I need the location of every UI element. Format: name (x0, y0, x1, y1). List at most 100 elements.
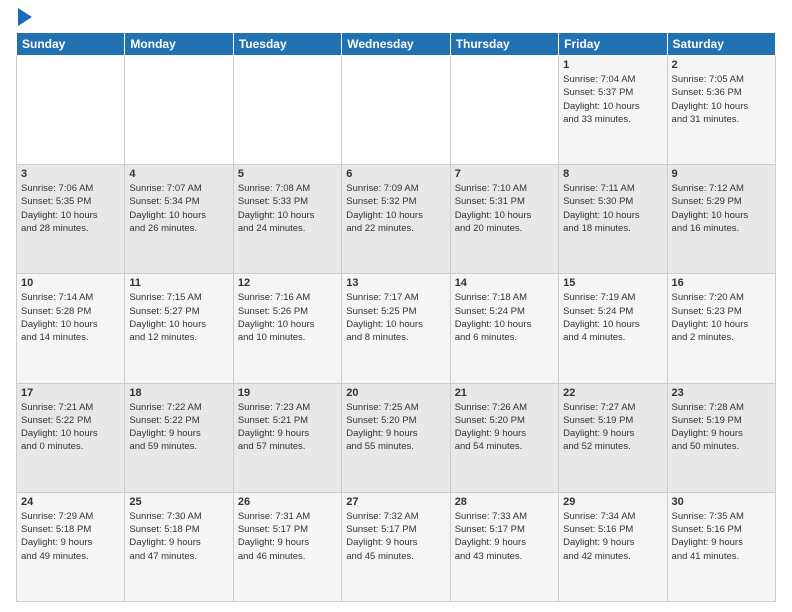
calendar-week-row: 3 Sunrise: 7:06 AM Sunset: 5:35 PM Daylig… (17, 165, 776, 274)
day-info: Sunrise: 7:19 AM Sunset: 5:24 PM Dayligh… (563, 291, 662, 344)
day-number: 21 (455, 387, 554, 399)
day-info: Sunrise: 7:06 AM Sunset: 5:35 PM Dayligh… (21, 182, 120, 235)
weekday-header-monday: Monday (125, 33, 233, 56)
calendar-cell: 21 Sunrise: 7:26 AM Sunset: 5:20 PM Dayli… (450, 383, 558, 492)
calendar-body: 1 Sunrise: 7:04 AM Sunset: 5:37 PM Daylig… (17, 56, 776, 602)
calendar-cell: 2Sunrise: 7:05 AM Sunset: 5:36 PM Daylig… (667, 56, 775, 165)
day-number: 27 (346, 496, 445, 508)
calendar-week-row: 10Sunrise: 7:14 AM Sunset: 5:28 PM Dayli… (17, 274, 776, 383)
day-number: 9 (672, 168, 771, 180)
day-info: Sunrise: 7:32 AM Sunset: 5:17 PM Dayligh… (346, 510, 445, 563)
day-info: Sunrise: 7:08 AM Sunset: 5:33 PM Dayligh… (238, 182, 337, 235)
day-number: 10 (21, 277, 120, 289)
day-number: 23 (672, 387, 771, 399)
day-number: 22 (563, 387, 662, 399)
weekday-header-row: SundayMondayTuesdayWednesdayThursdayFrid… (17, 33, 776, 56)
day-info: Sunrise: 7:15 AM Sunset: 5:27 PM Dayligh… (129, 291, 228, 344)
day-number: 25 (129, 496, 228, 508)
calendar-cell: 7 Sunrise: 7:10 AM Sunset: 5:31 PM Daylig… (450, 165, 558, 274)
day-number: 1 (563, 59, 662, 71)
calendar-cell: 11 Sunrise: 7:15 AM Sunset: 5:27 PM Dayli… (125, 274, 233, 383)
calendar-cell: 20 Sunrise: 7:25 AM Sunset: 5:20 PM Dayli… (342, 383, 450, 492)
day-info: Sunrise: 7:29 AM Sunset: 5:18 PM Dayligh… (21, 510, 120, 563)
calendar-cell (233, 56, 341, 165)
calendar-cell: 10Sunrise: 7:14 AM Sunset: 5:28 PM Dayli… (17, 274, 125, 383)
day-info: Sunrise: 7:16 AM Sunset: 5:26 PM Dayligh… (238, 291, 337, 344)
calendar-cell: 1 Sunrise: 7:04 AM Sunset: 5:37 PM Daylig… (559, 56, 667, 165)
calendar-cell (342, 56, 450, 165)
calendar-cell: 8 Sunrise: 7:11 AM Sunset: 5:30 PM Daylig… (559, 165, 667, 274)
page: SundayMondayTuesdayWednesdayThursdayFrid… (0, 0, 792, 612)
weekday-header-sunday: Sunday (17, 33, 125, 56)
day-info: Sunrise: 7:10 AM Sunset: 5:31 PM Dayligh… (455, 182, 554, 235)
calendar-week-row: 1 Sunrise: 7:04 AM Sunset: 5:37 PM Daylig… (17, 56, 776, 165)
day-info: Sunrise: 7:20 AM Sunset: 5:23 PM Dayligh… (672, 291, 771, 344)
day-number: 24 (21, 496, 120, 508)
calendar-cell (450, 56, 558, 165)
day-info: Sunrise: 7:22 AM Sunset: 5:22 PM Dayligh… (129, 401, 228, 454)
day-number: 18 (129, 387, 228, 399)
day-info: Sunrise: 7:35 AM Sunset: 5:16 PM Dayligh… (672, 510, 771, 563)
day-number: 15 (563, 277, 662, 289)
weekday-header-wednesday: Wednesday (342, 33, 450, 56)
day-number: 8 (563, 168, 662, 180)
day-info: Sunrise: 7:34 AM Sunset: 5:16 PM Dayligh… (563, 510, 662, 563)
day-number: 29 (563, 496, 662, 508)
weekday-header-saturday: Saturday (667, 33, 775, 56)
day-number: 3 (21, 168, 120, 180)
day-info: Sunrise: 7:18 AM Sunset: 5:24 PM Dayligh… (455, 291, 554, 344)
calendar-cell: 4 Sunrise: 7:07 AM Sunset: 5:34 PM Daylig… (125, 165, 233, 274)
day-number: 19 (238, 387, 337, 399)
day-number: 6 (346, 168, 445, 180)
day-number: 20 (346, 387, 445, 399)
day-info: Sunrise: 7:23 AM Sunset: 5:21 PM Dayligh… (238, 401, 337, 454)
calendar-cell (17, 56, 125, 165)
day-number: 4 (129, 168, 228, 180)
calendar-cell: 24 Sunrise: 7:29 AM Sunset: 5:18 PM Dayli… (17, 492, 125, 601)
weekday-header-thursday: Thursday (450, 33, 558, 56)
day-info: Sunrise: 7:12 AM Sunset: 5:29 PM Dayligh… (672, 182, 771, 235)
day-info: Sunrise: 7:33 AM Sunset: 5:17 PM Dayligh… (455, 510, 554, 563)
day-number: 26 (238, 496, 337, 508)
calendar-cell: 9 Sunrise: 7:12 AM Sunset: 5:29 PM Daylig… (667, 165, 775, 274)
logo-arrow-icon (18, 8, 32, 26)
day-info: Sunrise: 7:07 AM Sunset: 5:34 PM Dayligh… (129, 182, 228, 235)
header (16, 10, 776, 26)
calendar-cell: 23 Sunrise: 7:28 AM Sunset: 5:19 PM Dayli… (667, 383, 775, 492)
day-info: Sunrise: 7:05 AM Sunset: 5:36 PM Dayligh… (672, 73, 771, 126)
calendar-cell: 19 Sunrise: 7:23 AM Sunset: 5:21 PM Dayli… (233, 383, 341, 492)
day-info: Sunrise: 7:28 AM Sunset: 5:19 PM Dayligh… (672, 401, 771, 454)
day-number: 11 (129, 277, 228, 289)
calendar-cell: 25Sunrise: 7:30 AM Sunset: 5:18 PM Dayli… (125, 492, 233, 601)
calendar-cell: 28 Sunrise: 7:33 AM Sunset: 5:17 PM Dayli… (450, 492, 558, 601)
calendar-cell: 6 Sunrise: 7:09 AM Sunset: 5:32 PM Daylig… (342, 165, 450, 274)
day-info: Sunrise: 7:09 AM Sunset: 5:32 PM Dayligh… (346, 182, 445, 235)
calendar-week-row: 24 Sunrise: 7:29 AM Sunset: 5:18 PM Dayli… (17, 492, 776, 601)
logo (16, 10, 32, 26)
day-info: Sunrise: 7:21 AM Sunset: 5:22 PM Dayligh… (21, 401, 120, 454)
calendar-cell: 30Sunrise: 7:35 AM Sunset: 5:16 PM Dayli… (667, 492, 775, 601)
day-number: 17 (21, 387, 120, 399)
calendar-cell: 16Sunrise: 7:20 AM Sunset: 5:23 PM Dayli… (667, 274, 775, 383)
calendar-cell: 15 Sunrise: 7:19 AM Sunset: 5:24 PM Dayli… (559, 274, 667, 383)
calendar-cell: 29 Sunrise: 7:34 AM Sunset: 5:16 PM Dayli… (559, 492, 667, 601)
calendar-cell: 13Sunrise: 7:17 AM Sunset: 5:25 PM Dayli… (342, 274, 450, 383)
day-info: Sunrise: 7:11 AM Sunset: 5:30 PM Dayligh… (563, 182, 662, 235)
weekday-header-friday: Friday (559, 33, 667, 56)
day-number: 12 (238, 277, 337, 289)
day-info: Sunrise: 7:25 AM Sunset: 5:20 PM Dayligh… (346, 401, 445, 454)
calendar-cell: 27 Sunrise: 7:32 AM Sunset: 5:17 PM Dayli… (342, 492, 450, 601)
calendar-header: SundayMondayTuesdayWednesdayThursdayFrid… (17, 33, 776, 56)
day-number: 28 (455, 496, 554, 508)
day-number: 14 (455, 277, 554, 289)
calendar-cell: 12 Sunrise: 7:16 AM Sunset: 5:26 PM Dayli… (233, 274, 341, 383)
calendar-cell: 26Sunrise: 7:31 AM Sunset: 5:17 PM Dayli… (233, 492, 341, 601)
day-number: 7 (455, 168, 554, 180)
weekday-header-tuesday: Tuesday (233, 33, 341, 56)
day-number: 5 (238, 168, 337, 180)
day-info: Sunrise: 7:26 AM Sunset: 5:20 PM Dayligh… (455, 401, 554, 454)
calendar-cell (125, 56, 233, 165)
calendar-cell: 18 Sunrise: 7:22 AM Sunset: 5:22 PM Dayli… (125, 383, 233, 492)
calendar-cell: 17 Sunrise: 7:21 AM Sunset: 5:22 PM Dayli… (17, 383, 125, 492)
day-info: Sunrise: 7:04 AM Sunset: 5:37 PM Dayligh… (563, 73, 662, 126)
